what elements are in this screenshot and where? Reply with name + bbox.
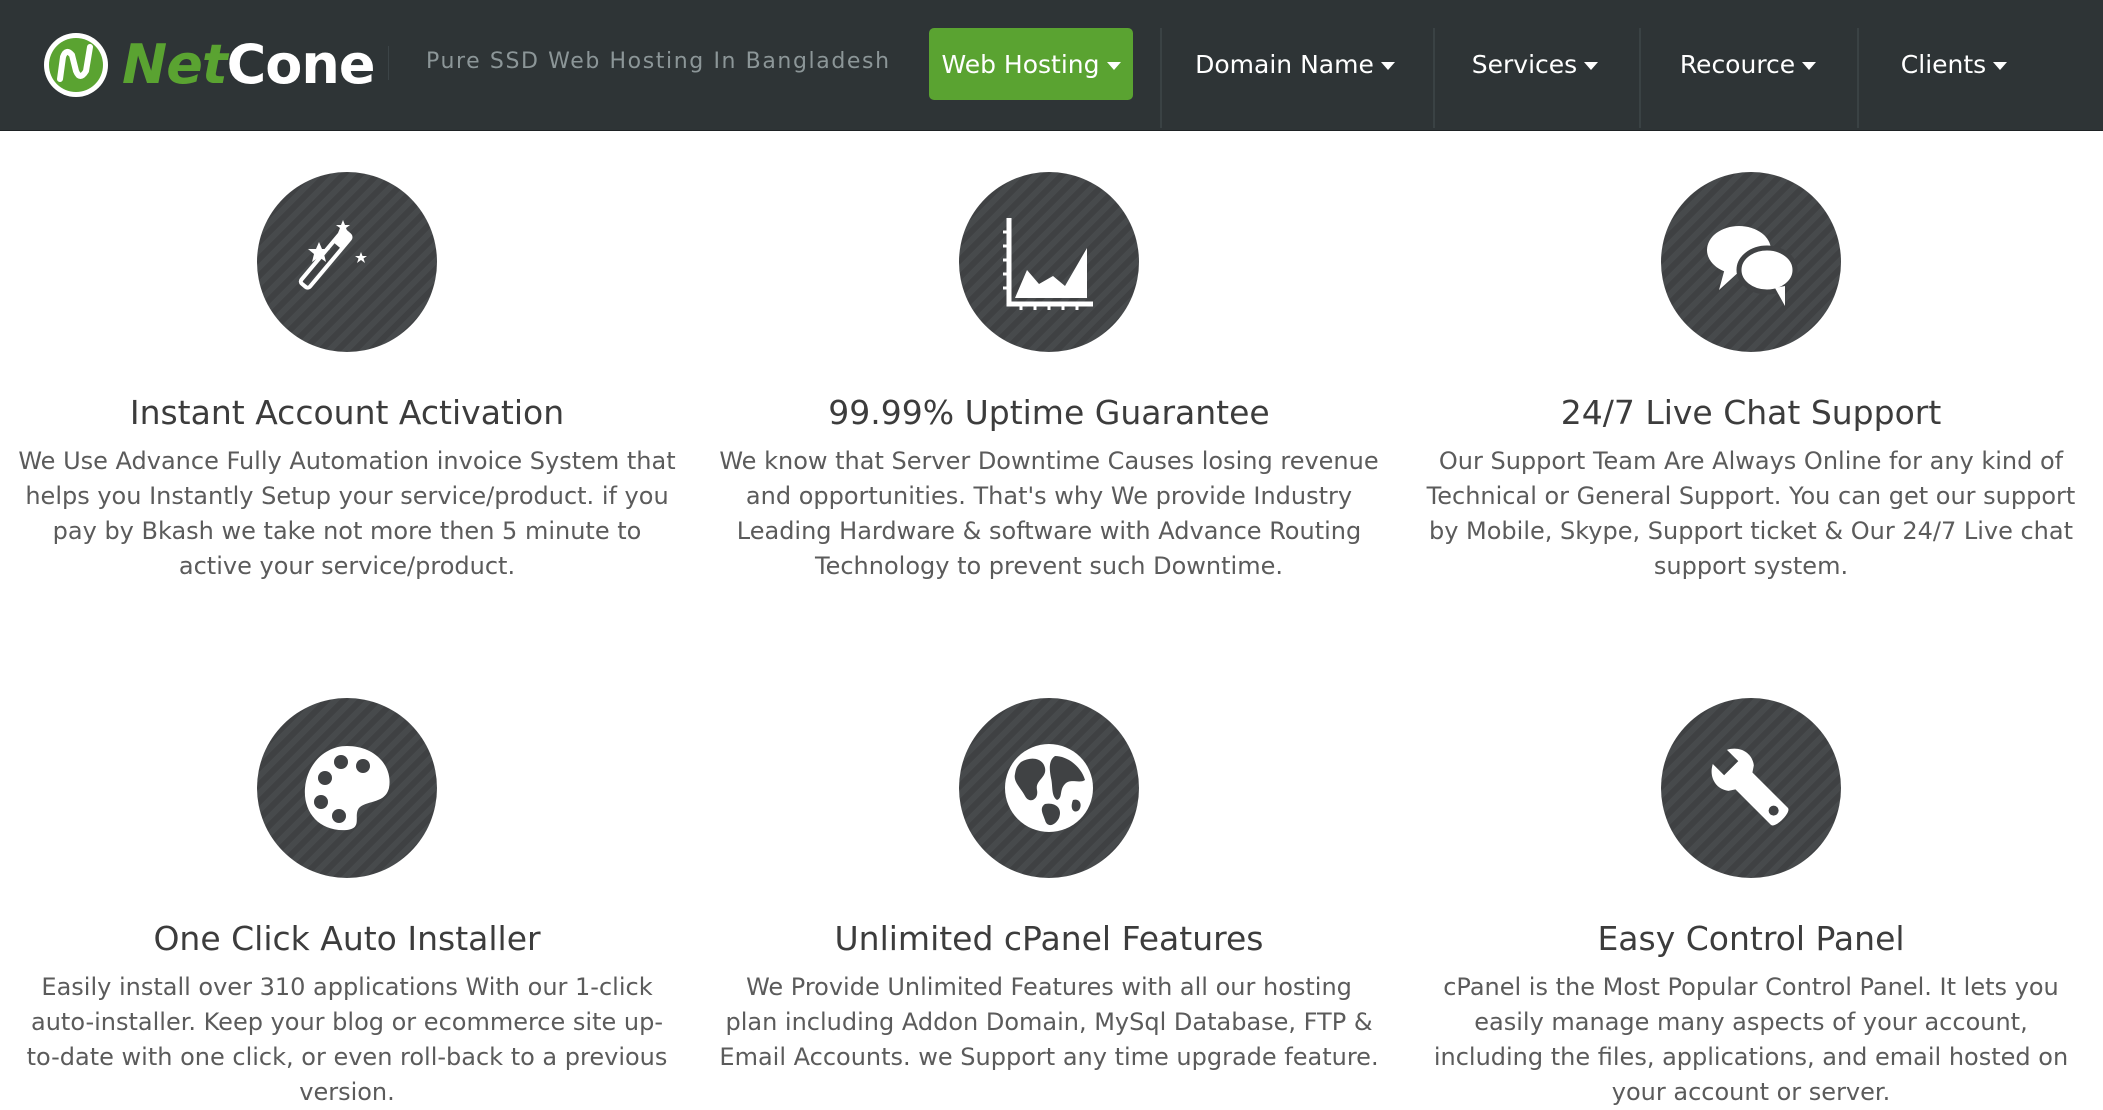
feature-title: 24/7 Live Chat Support xyxy=(1560,393,1942,432)
feature-card: One Click Auto Installer Easily install … xyxy=(0,698,697,1110)
feature-title: Unlimited cPanel Features xyxy=(834,919,1264,958)
logo-text-net: Net xyxy=(122,33,228,96)
nav-services-label: Services xyxy=(1471,49,1578,79)
nav-clients-label: Clients xyxy=(1900,49,1987,79)
feature-card: 99.99% Uptime Guarantee We know that Ser… xyxy=(699,172,1399,584)
feature-title: Easy Control Panel xyxy=(1597,919,1905,958)
nav-web-hosting[interactable]: Web Hosting xyxy=(929,28,1133,100)
feature-description: Easily install over 310 applications Wit… xyxy=(26,973,668,1106)
nav-web-hosting-label: Web Hosting xyxy=(941,49,1100,79)
feature-card: Easy Control Panel cPanel is the Most Po… xyxy=(1401,698,2101,1110)
logo-text-cone: Cone xyxy=(226,33,376,96)
feature-icon-circle xyxy=(1661,698,1841,878)
feature-icon-circle xyxy=(959,172,1139,352)
paint-palette-icon xyxy=(304,746,390,831)
netcone-logo-icon xyxy=(44,33,108,97)
feature-description: cPanel is the Most Popular Control Panel… xyxy=(1433,973,2069,1106)
feature-icon-circle xyxy=(257,698,437,878)
feature-description: We know that Server Downtime Causes losi… xyxy=(719,447,1379,580)
chat-bubbles-icon xyxy=(1707,226,1798,306)
feature-description: Our Support Team Are Always Online for a… xyxy=(1426,447,2076,580)
wrench-icon xyxy=(1711,748,1789,826)
feature-title: 99.99% Uptime Guarantee xyxy=(828,393,1270,432)
header-divider xyxy=(388,46,389,80)
nav-divider xyxy=(1160,28,1162,128)
caret-down-icon xyxy=(1106,61,1121,70)
nav-domain-name[interactable]: Domain Name xyxy=(1180,28,1410,100)
feature-icon-circle xyxy=(959,698,1139,878)
caret-down-icon xyxy=(1584,61,1599,70)
feature-title: One Click Auto Installer xyxy=(153,919,541,958)
feature-icon-circle xyxy=(1661,172,1841,352)
area-chart-icon xyxy=(1003,218,1093,310)
feature-card: Unlimited cPanel Features We Provide Unl… xyxy=(699,698,1399,1075)
feature-card: Instant Account Activation We Use Advanc… xyxy=(0,172,697,584)
feature-description: We Use Advance Fully Automation invoice … xyxy=(18,447,676,580)
feature-card: 24/7 Live Chat Support Our Support Team … xyxy=(1401,172,2101,584)
nav-divider xyxy=(1433,28,1435,128)
globe-icon xyxy=(1005,744,1093,832)
caret-down-icon xyxy=(1802,61,1817,70)
site-logo[interactable]: NetCone xyxy=(40,28,376,102)
caret-down-icon xyxy=(1380,61,1395,70)
nav-services[interactable]: Services xyxy=(1455,28,1615,100)
nav-divider xyxy=(1639,28,1641,128)
nav-clients[interactable]: Clients xyxy=(1880,28,2028,100)
feature-title: Instant Account Activation xyxy=(129,393,565,432)
caret-down-icon xyxy=(1993,61,2008,70)
nav-recource-label: Recource xyxy=(1679,49,1796,79)
logo-wordmark: NetCone xyxy=(122,28,376,102)
magic-wand-icon xyxy=(298,220,367,290)
feature-icon-circle xyxy=(257,172,437,352)
nav-divider xyxy=(1857,28,1859,128)
feature-description: We Provide Unlimited Features with all o… xyxy=(719,973,1379,1071)
nav-domain-name-label: Domain Name xyxy=(1195,49,1374,79)
nav-recource[interactable]: Recource xyxy=(1660,28,1836,100)
top-navigation-bar: NetCone Pure SSD Web Hosting In Banglade… xyxy=(0,0,2103,131)
site-tagline: Pure SSD Web Hosting In Bangladesh xyxy=(426,49,891,74)
